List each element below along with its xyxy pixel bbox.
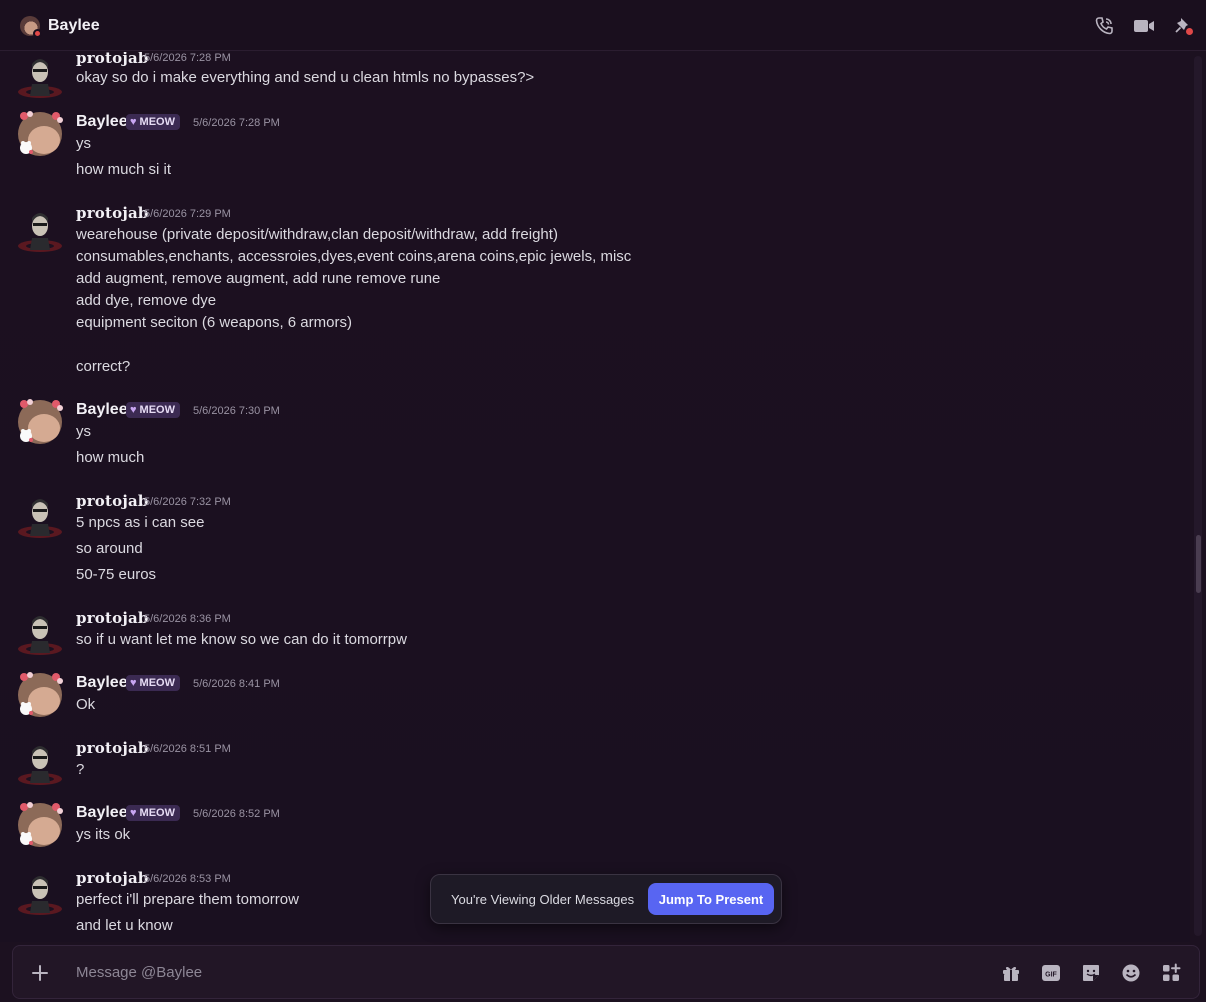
message-text: wearehouse (private deposit/withdraw,cla… — [76, 226, 558, 243]
protojab-avatar[interactable] — [16, 492, 64, 540]
author-name[interactable]: protojab — [76, 609, 149, 627]
author-name[interactable]: protojab — [76, 869, 149, 887]
protojab-avatar[interactable] — [16, 52, 64, 100]
older-messages-bar: You're Viewing Older Messages Jump To Pr… — [430, 874, 782, 924]
message-text: and let u know — [76, 917, 173, 934]
author-name[interactable]: protojab — [76, 204, 149, 222]
timestamp: 5/6/2026 8:51 PM — [144, 743, 231, 755]
status-indicator — [33, 29, 42, 38]
message-text: so if u want let me know so we can do it… — [76, 631, 407, 648]
message-text: equipment seciton (6 weapons, 6 armors) — [76, 314, 352, 331]
heart-icon: ♥ — [130, 404, 137, 416]
message-text: add augment, remove augment, add rune re… — [76, 270, 441, 287]
author-name[interactable]: protojab — [76, 739, 149, 757]
message-text: Ok — [76, 696, 96, 713]
timestamp: 5/6/2026 7:29 PM — [144, 208, 231, 220]
heart-icon: ♥ — [130, 116, 137, 128]
heart-icon: ♥ — [130, 807, 137, 819]
author-name[interactable]: protojab — [76, 52, 149, 67]
scrollbar-track[interactable] — [1194, 56, 1202, 936]
message-text: ? — [76, 761, 85, 778]
pin-icon[interactable] — [1173, 15, 1195, 37]
timestamp: 5/6/2026 8:41 PM — [193, 678, 280, 690]
badge-label: MEOW — [139, 677, 175, 689]
sticker-icon[interactable] — [1080, 962, 1102, 984]
badge-label: MEOW — [139, 807, 175, 819]
channel-header: Baylee — [0, 0, 1206, 51]
gift-icon[interactable] — [1000, 962, 1022, 984]
plus-icon[interactable] — [29, 962, 51, 984]
message-text: 50-75 euros — [76, 566, 157, 583]
heart-icon: ♥ — [130, 677, 137, 689]
role-badge: ♥ MEOW — [126, 805, 180, 821]
baylee-avatar[interactable] — [16, 671, 64, 719]
role-badge: ♥ MEOW — [126, 402, 180, 418]
protojab-avatar[interactable] — [16, 739, 64, 787]
message-text: perfect i'll prepare them tomorrow — [76, 891, 299, 908]
timestamp: 5/6/2026 7:30 PM — [193, 405, 280, 417]
message-text: add dye, remove dye — [76, 292, 217, 309]
author-name[interactable]: Baylee — [76, 113, 128, 131]
role-badge: ♥ MEOW — [126, 675, 180, 691]
apps-icon[interactable] — [1160, 962, 1182, 984]
role-badge: ♥ MEOW — [126, 114, 180, 130]
message-text: correct? — [76, 358, 131, 375]
message-text: ys — [76, 135, 91, 152]
timestamp: 5/6/2026 8:52 PM — [193, 808, 280, 820]
scrollbar-thumb[interactable] — [1196, 535, 1201, 593]
message-input[interactable]: Message @Baylee — [76, 964, 202, 981]
phone-call-icon[interactable] — [1093, 15, 1115, 37]
baylee-avatar[interactable] — [16, 801, 64, 849]
baylee-avatar[interactable] — [16, 398, 64, 446]
message-text: how much si it — [76, 161, 172, 178]
video-call-icon[interactable] — [1133, 15, 1155, 37]
dm-title[interactable]: Baylee — [48, 17, 100, 35]
author-name[interactable]: Baylee — [76, 804, 128, 822]
gif-icon[interactable]: GIF — [1040, 962, 1062, 984]
message-text: okay so do i make everything and send u … — [76, 69, 535, 86]
message-text: how much — [76, 449, 145, 466]
message-composer[interactable]: Message @Baylee GIF — [12, 945, 1200, 999]
timestamp: 5/6/2026 7:32 PM — [144, 496, 231, 508]
timestamp: 5/6/2026 8:36 PM — [144, 613, 231, 625]
protojab-avatar[interactable] — [16, 869, 64, 917]
author-name[interactable]: Baylee — [76, 674, 128, 692]
baylee-avatar[interactable] — [16, 110, 64, 158]
message-text: ys — [76, 423, 91, 440]
badge-label: MEOW — [139, 404, 175, 416]
author-name[interactable]: Baylee — [76, 401, 128, 419]
older-messages-text: You're Viewing Older Messages — [451, 892, 635, 907]
message-text: 5 npcs as i can see — [76, 514, 205, 531]
message-list[interactable]: protojab 5/6/2026 7:28 PM okay so do i m… — [0, 52, 1190, 942]
svg-text:GIF: GIF — [1045, 972, 1057, 979]
badge-label: MEOW — [139, 116, 175, 128]
timestamp: 5/6/2026 8:53 PM — [144, 873, 231, 885]
protojab-avatar[interactable] — [16, 206, 64, 254]
timestamp: 5/6/2026 7:28 PM — [144, 52, 231, 64]
author-name[interactable]: protojab — [76, 492, 149, 510]
jump-to-present-button[interactable]: Jump To Present — [648, 883, 774, 915]
emoji-icon[interactable] — [1120, 962, 1142, 984]
message-text: ys its ok — [76, 826, 131, 843]
message-text: so around — [76, 540, 143, 557]
protojab-avatar[interactable] — [16, 609, 64, 657]
message-text: consumables,enchants, accessroies,dyes,e… — [76, 248, 632, 265]
timestamp: 5/6/2026 7:28 PM — [193, 117, 280, 129]
